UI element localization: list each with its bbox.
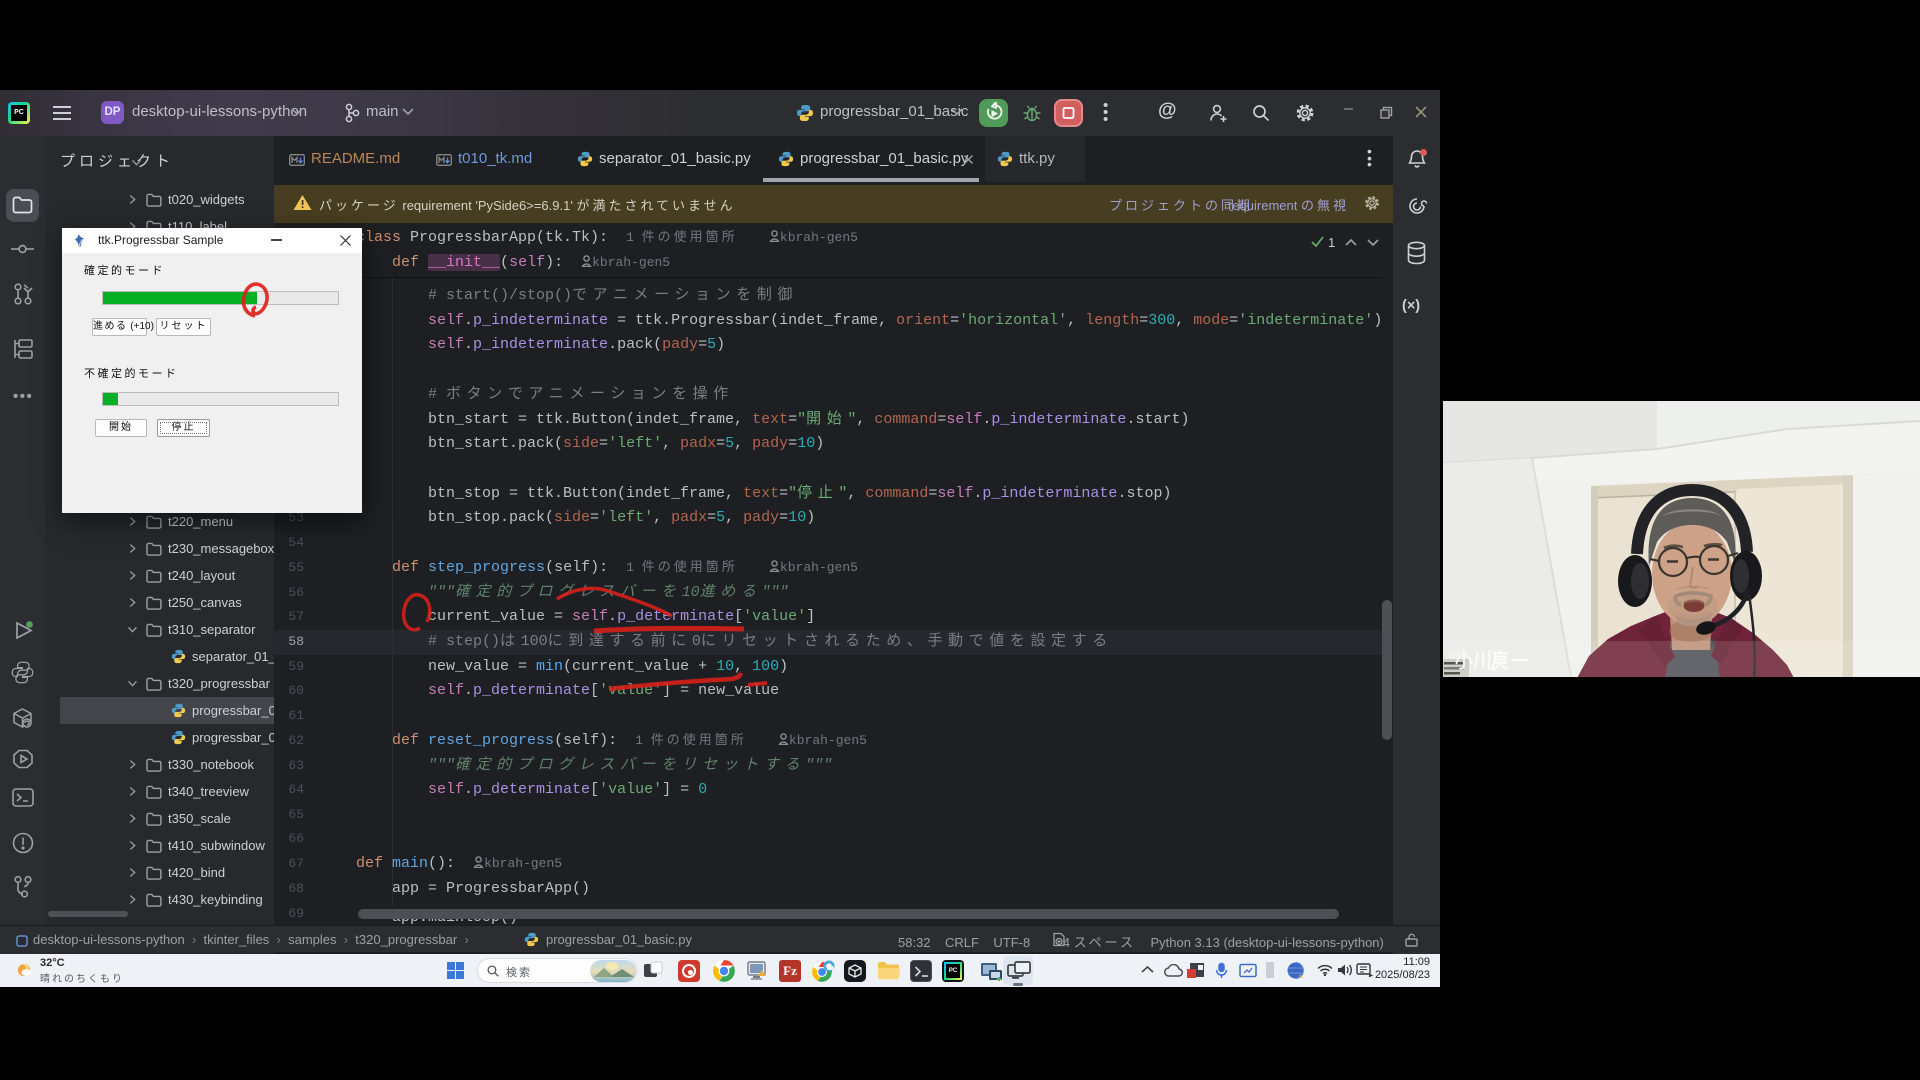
svg-text:1: 1 [1328,235,1335,250]
